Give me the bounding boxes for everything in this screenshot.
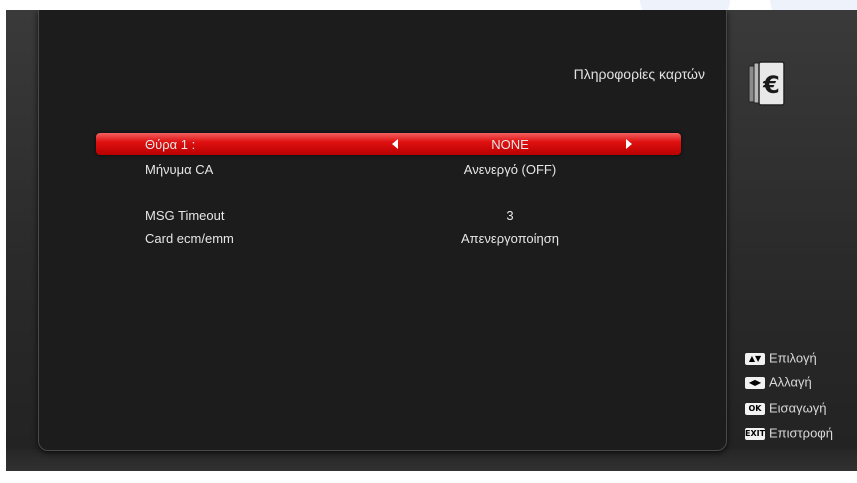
help-change: ◀▶ Αλλαγή [745,374,812,390]
help-select: ▲▼ Επιλογή [745,350,817,366]
menu-row-msg-timeout[interactable]: MSG Timeout 3 [96,204,681,226]
ok-key-icon: OK [745,402,765,415]
help-enter: OK Εισαγωγή [745,400,826,416]
up-down-key-icon: ▲▼ [745,352,765,365]
menu-row-card-ecm-emm[interactable]: Card ecm/emm Απενεργοποίηση [96,227,681,249]
menu-row-value: Απενεργοποίηση [460,231,560,246]
tv-screen: Πληροφορίες καρτών € Θύρα 1 : NONE Μήνυμ… [6,10,857,471]
euro-card-icon: € [748,61,785,106]
menu-row-value: Ανενεργό (OFF) [463,162,557,177]
svg-text:€: € [762,71,780,99]
arrow-left-icon[interactable] [392,139,398,149]
menu-row-port[interactable]: Θύρα 1 : NONE [96,133,681,155]
menu-row-label: Θύρα 1 : [145,137,196,152]
arrow-right-icon[interactable] [626,139,632,149]
page-title: Πληροφορίες καρτών [573,66,705,82]
exit-key-icon: EXIT [745,427,766,440]
menu-row-label: MSG Timeout [145,208,225,223]
menu-row-ca-message[interactable]: Μήνυμα CA Ανενεργό (OFF) [96,158,681,180]
menu-row-value: NONE [491,137,529,152]
menu-row-label: Μήνυμα CA [145,162,214,177]
left-right-key-icon: ◀▶ [745,376,765,389]
menu-row-label: Card ecm/emm [145,231,234,246]
menu-row-value: 3 [506,208,514,223]
help-return: EXIT Επιστροφή [745,425,833,441]
